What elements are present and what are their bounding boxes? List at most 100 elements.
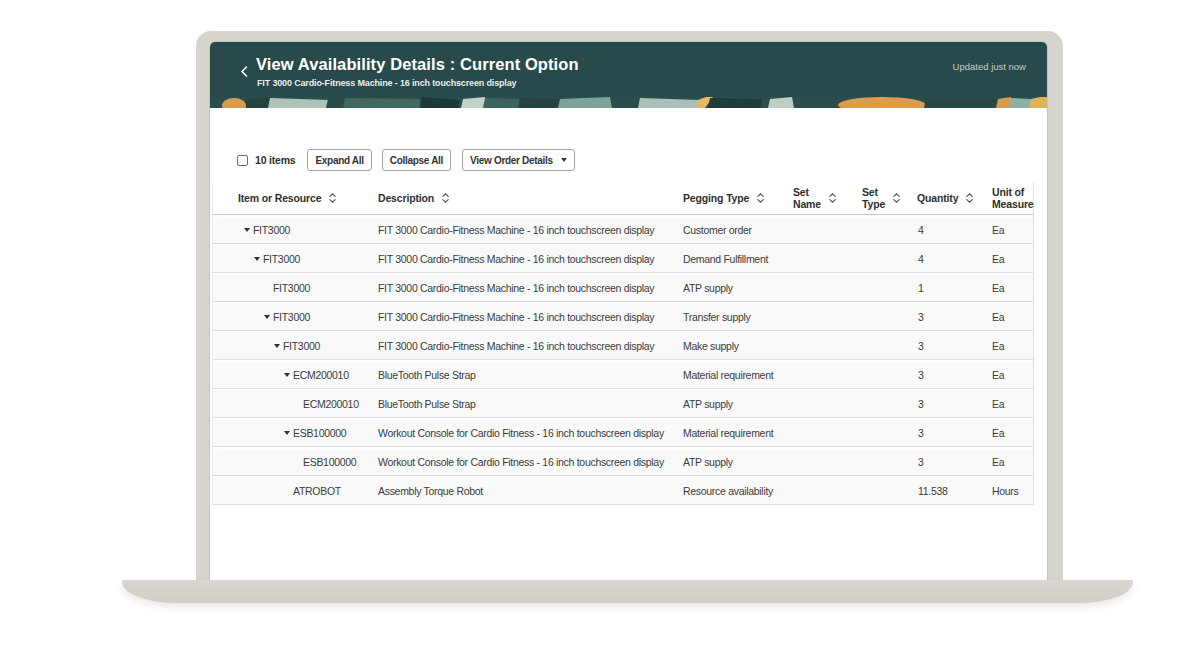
expand-caret-icon[interactable] <box>284 373 290 377</box>
cell-quantity: 3 <box>917 362 992 388</box>
table-row[interactable]: ESB100000Workout Console for Cardio Fitn… <box>213 418 1033 447</box>
laptop-screen-frame: View Availability Details : Current Opti… <box>196 31 1063 580</box>
column-header-set-name[interactable]: Set Name <box>793 182 862 214</box>
toolbar: 10 items Expand All Collapse All View Or… <box>237 148 575 172</box>
view-order-details-button[interactable]: View Order Details <box>462 149 575 171</box>
cell-set-name <box>793 478 862 504</box>
expand-caret-icon[interactable] <box>274 344 280 348</box>
table-body: FIT3000FIT 3000 Cardio-Fitness Machine -… <box>213 215 1033 505</box>
table-row[interactable]: FIT3000FIT 3000 Cardio-Fitness Machine -… <box>213 302 1033 331</box>
cell-set-type <box>862 478 917 504</box>
cell-uom: Ea <box>992 333 1035 359</box>
table-header-row: Item or ResourceDescriptionPegging TypeS… <box>213 182 1033 215</box>
cell-pegging-type: Make supply <box>683 333 793 359</box>
table-row[interactable]: FIT3000FIT 3000 Cardio-Fitness Machine -… <box>213 215 1033 244</box>
cell-set-name <box>793 275 862 301</box>
cell-description: FIT 3000 Cardio-Fitness Machine - 16 inc… <box>378 304 683 330</box>
cell-item: ECM200010 <box>213 362 378 388</box>
column-header-description[interactable]: Description <box>378 182 683 214</box>
table-row[interactable]: FIT3000FIT 3000 Cardio-Fitness Machine -… <box>213 331 1033 360</box>
cell-uom: Ea <box>992 420 1035 446</box>
column-header-quantity[interactable]: Quantity <box>917 182 992 214</box>
cell-set-name <box>793 246 862 272</box>
cell-item: FIT3000 <box>213 304 378 330</box>
cell-set-type <box>862 275 917 301</box>
table-row[interactable]: ECM200010BlueTooth Pulse StrapMaterial r… <box>213 360 1033 389</box>
expand-caret-icon[interactable] <box>254 257 260 261</box>
column-header-item-or-resource[interactable]: Item or Resource <box>213 182 378 214</box>
page-subtitle: FIT 3000 Cardio-Fitness Machine - 16 inc… <box>257 78 516 88</box>
cell-pegging-type: Demand Fulfillment <box>683 246 793 272</box>
table-row[interactable]: FIT3000FIT 3000 Cardio-Fitness Machine -… <box>213 273 1033 302</box>
cell-item: FIT3000 <box>213 246 378 272</box>
expand-caret-icon[interactable] <box>244 228 250 232</box>
table-row[interactable]: ATROBOTAssembly Torque RobotResource ava… <box>213 476 1033 505</box>
page-title: View Availability Details : Current Opti… <box>256 55 579 74</box>
sort-icon[interactable] <box>442 193 449 204</box>
column-header-pegging-type[interactable]: Pegging Type <box>683 182 793 214</box>
back-chevron-icon <box>240 66 248 77</box>
collapse-all-button[interactable]: Collapse All <box>382 149 451 171</box>
cell-set-type <box>862 246 917 272</box>
updated-status: Updated just now <box>953 61 1026 72</box>
screen: View Availability Details : Current Opti… <box>210 42 1047 580</box>
cell-description: BlueTooth Pulse Strap <box>378 391 683 417</box>
table-row[interactable]: ESB100000Workout Console for Cardio Fitn… <box>213 447 1033 476</box>
expand-caret-icon[interactable] <box>284 431 290 435</box>
cell-set-name <box>793 304 862 330</box>
expand-caret-icon[interactable] <box>264 315 270 319</box>
cell-quantity: 3 <box>917 449 992 475</box>
table-row[interactable]: FIT3000FIT 3000 Cardio-Fitness Machine -… <box>213 244 1033 273</box>
cell-description: Assembly Torque Robot <box>378 478 683 504</box>
cell-uom: Ea <box>992 246 1035 272</box>
cell-uom: Ea <box>992 275 1035 301</box>
sort-icon[interactable] <box>829 193 836 204</box>
cell-uom: Ea <box>992 304 1035 330</box>
cell-description: FIT 3000 Cardio-Fitness Machine - 16 inc… <box>378 246 683 272</box>
sort-icon[interactable] <box>893 193 900 204</box>
cell-quantity: 3 <box>917 391 992 417</box>
sort-icon[interactable] <box>329 193 336 204</box>
sort-icon[interactable] <box>757 193 764 204</box>
column-header-unit-of-measure: Unit of Measure <box>992 182 1035 214</box>
cell-pegging-type: Resource availability <box>683 478 793 504</box>
select-all-checkbox[interactable] <box>237 155 248 166</box>
cell-set-name <box>793 217 862 243</box>
cell-quantity: 3 <box>917 420 992 446</box>
cell-pegging-type: ATP supply <box>683 275 793 301</box>
cell-uom: Ea <box>992 217 1035 243</box>
cell-item: FIT3000 <box>213 217 378 243</box>
expand-all-button[interactable]: Expand All <box>307 149 371 171</box>
column-header-set-type[interactable]: Set Type <box>862 182 917 214</box>
cell-pegging-type: Material requirement <box>683 362 793 388</box>
laptop-base <box>122 580 1133 603</box>
items-count-label: 10 items <box>255 154 295 166</box>
cell-pegging-type: Customer order <box>683 217 793 243</box>
cell-uom: Ea <box>992 391 1035 417</box>
cell-set-type <box>862 391 917 417</box>
cell-item: FIT3000 <box>213 275 378 301</box>
cell-pegging-type: ATP supply <box>683 391 793 417</box>
cell-description: Workout Console for Cardio Fitness - 16 … <box>378 420 683 446</box>
cell-pegging-type: Transfer supply <box>683 304 793 330</box>
cell-quantity: 3 <box>917 333 992 359</box>
cell-quantity: 4 <box>917 246 992 272</box>
cell-quantity: 11.538 <box>917 478 992 504</box>
cell-uom: Ea <box>992 449 1035 475</box>
cell-pegging-type: ATP supply <box>683 449 793 475</box>
cell-description: FIT 3000 Cardio-Fitness Machine - 16 inc… <box>378 333 683 359</box>
cell-set-name <box>793 449 862 475</box>
table-row[interactable]: ECM200010BlueTooth Pulse StrapATP supply… <box>213 389 1033 418</box>
header-pattern-band <box>210 97 1047 108</box>
cell-description: FIT 3000 Cardio-Fitness Machine - 16 inc… <box>378 217 683 243</box>
cell-quantity: 4 <box>917 217 992 243</box>
back-button[interactable] <box>240 63 248 74</box>
cell-set-type <box>862 304 917 330</box>
cell-item: ATROBOT <box>213 478 378 504</box>
cell-description: FIT 3000 Cardio-Fitness Machine - 16 inc… <box>378 275 683 301</box>
cell-item: FIT3000 <box>213 333 378 359</box>
dropdown-caret-icon <box>561 158 567 162</box>
cell-item: ESB100000 <box>213 449 378 475</box>
sort-icon[interactable] <box>966 193 973 204</box>
cell-description: Workout Console for Cardio Fitness - 16 … <box>378 449 683 475</box>
